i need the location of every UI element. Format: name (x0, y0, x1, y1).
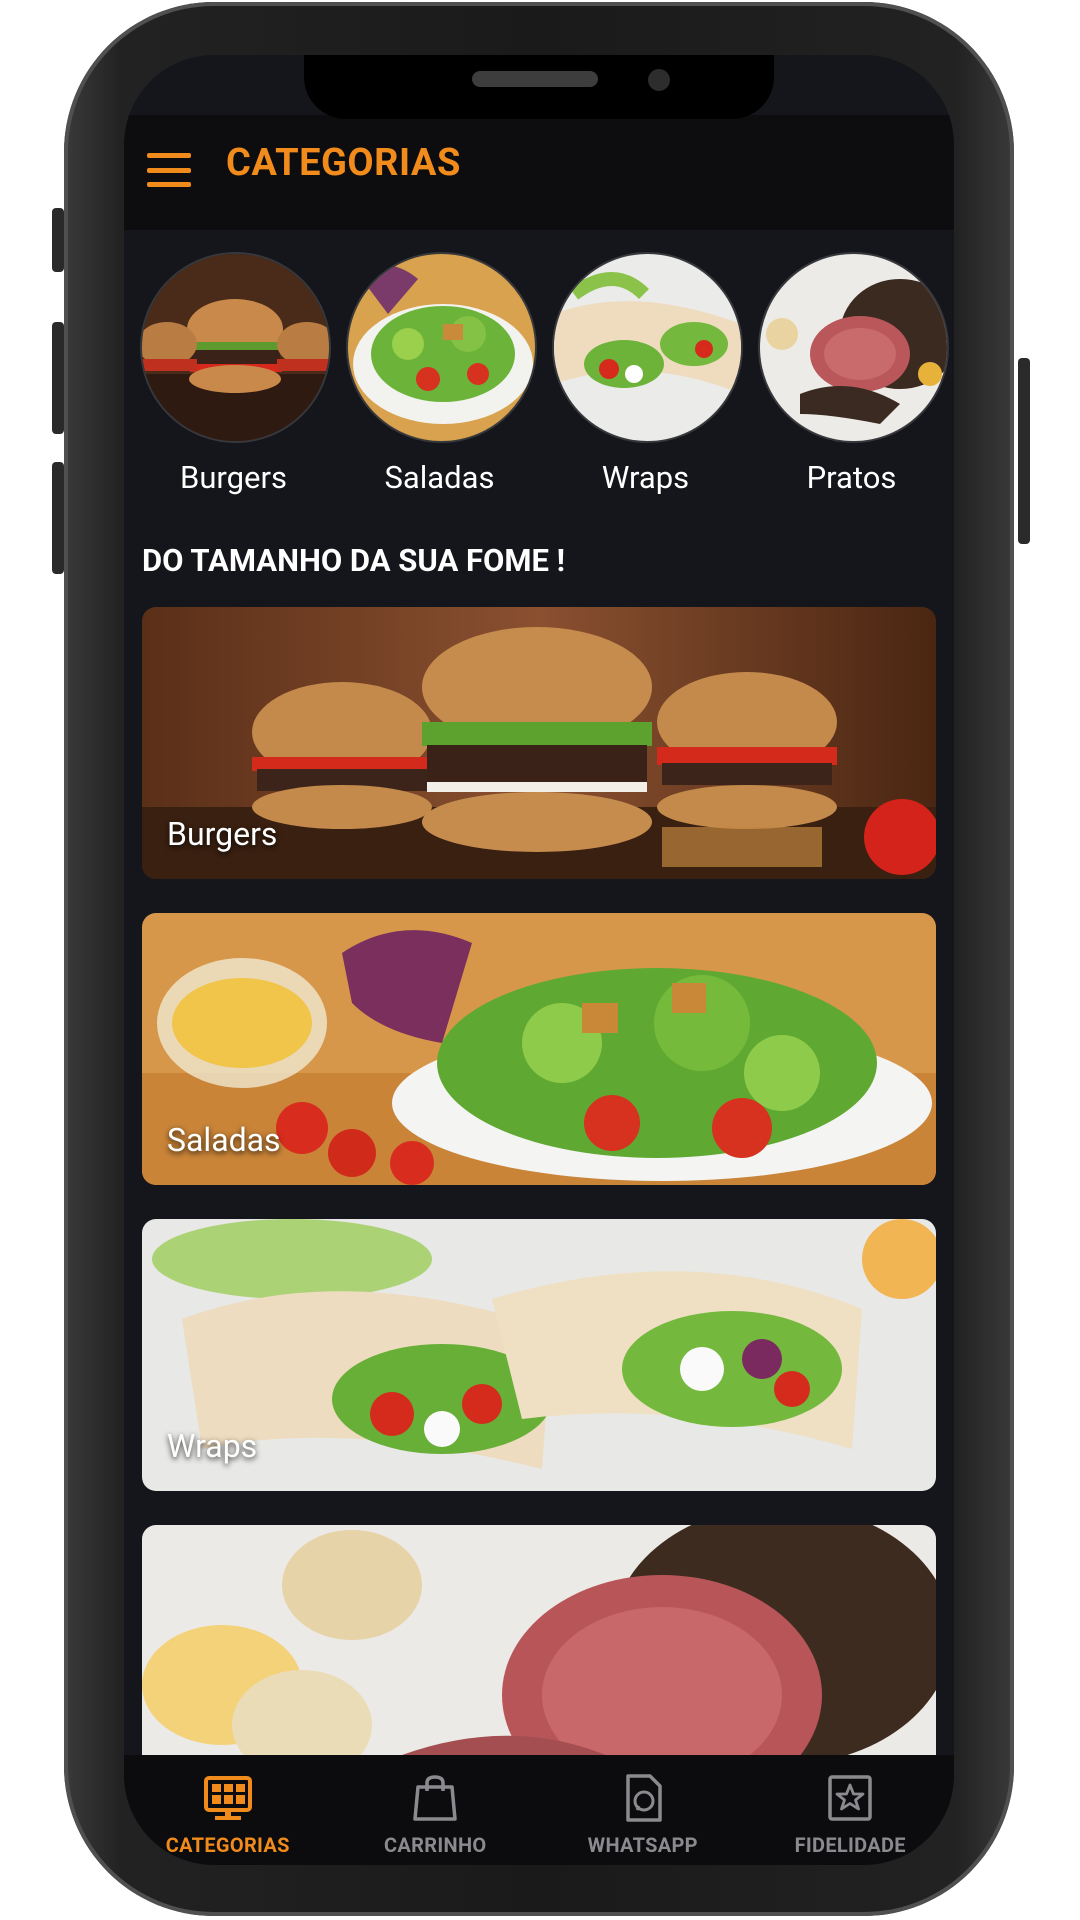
nav-label: FIDELIDADE (794, 1833, 906, 1857)
notch (304, 55, 774, 119)
whatsapp-document-icon (626, 1774, 662, 1822)
burgers-thumbnail (140, 252, 331, 443)
category-saladas[interactable]: Saladas (346, 252, 537, 496)
category-pratos[interactable]: Pratos (758, 252, 949, 496)
wraps-banner-image (142, 1219, 936, 1491)
volume-down-button (52, 462, 64, 574)
category-carousel: Burgers Saladas Wraps Pratos (140, 252, 949, 496)
saladas-thumbnail (346, 252, 537, 443)
banner-label: Burgers (167, 815, 278, 853)
volume-up-button (52, 322, 64, 434)
banner-label: Saladas (167, 1121, 281, 1159)
pratos-thumbnail (758, 252, 949, 443)
category-label: Wraps (601, 459, 690, 496)
wraps-thumbnail (552, 252, 743, 443)
banner-saladas[interactable]: Saladas (142, 913, 936, 1185)
page-title: CATEGORIAS (226, 141, 461, 185)
category-label: Saladas (384, 459, 495, 496)
bottom-navigation: CATEGORIAS CARRINHO WHATSAPP FIDELIDADE (124, 1755, 954, 1865)
nav-carrinho[interactable]: CARRINHO (332, 1755, 540, 1865)
speaker (472, 71, 598, 87)
phone-screen: CATEGORIAS Burgers Saladas Wraps Pratos … (124, 55, 954, 1865)
hamburger-menu-icon[interactable] (147, 153, 191, 187)
power-button (1018, 358, 1030, 544)
main-content: Burgers Saladas Wraps Pratos DO TAMANHO … (124, 230, 954, 1810)
category-burgers[interactable]: Burgers (140, 252, 331, 496)
nav-whatsapp[interactable]: WHATSAPP (539, 1755, 747, 1865)
star-loyalty-icon (828, 1775, 872, 1821)
banner-label: Wraps (167, 1427, 258, 1465)
banner-burgers[interactable]: Burgers (142, 607, 936, 879)
banner-wraps[interactable]: Wraps (142, 1219, 936, 1491)
nav-label: CATEGORIAS (165, 1833, 290, 1857)
nav-label: CARRINHO (384, 1833, 487, 1857)
category-label: Burgers (180, 459, 287, 496)
nav-label: WHATSAPP (587, 1833, 698, 1857)
section-title: DO TAMANHO DA SUA FOME ! (142, 542, 566, 579)
app-header: CATEGORIAS (124, 115, 954, 230)
categories-icon (203, 1776, 252, 1820)
front-camera (648, 69, 670, 91)
nav-fidelidade[interactable]: FIDELIDADE (747, 1755, 955, 1865)
silent-switch (52, 208, 64, 272)
shopping-bag-icon (413, 1775, 457, 1821)
category-label: Pratos (806, 459, 897, 496)
nav-categorias[interactable]: CATEGORIAS (124, 1755, 332, 1865)
category-wraps[interactable]: Wraps (552, 252, 743, 496)
